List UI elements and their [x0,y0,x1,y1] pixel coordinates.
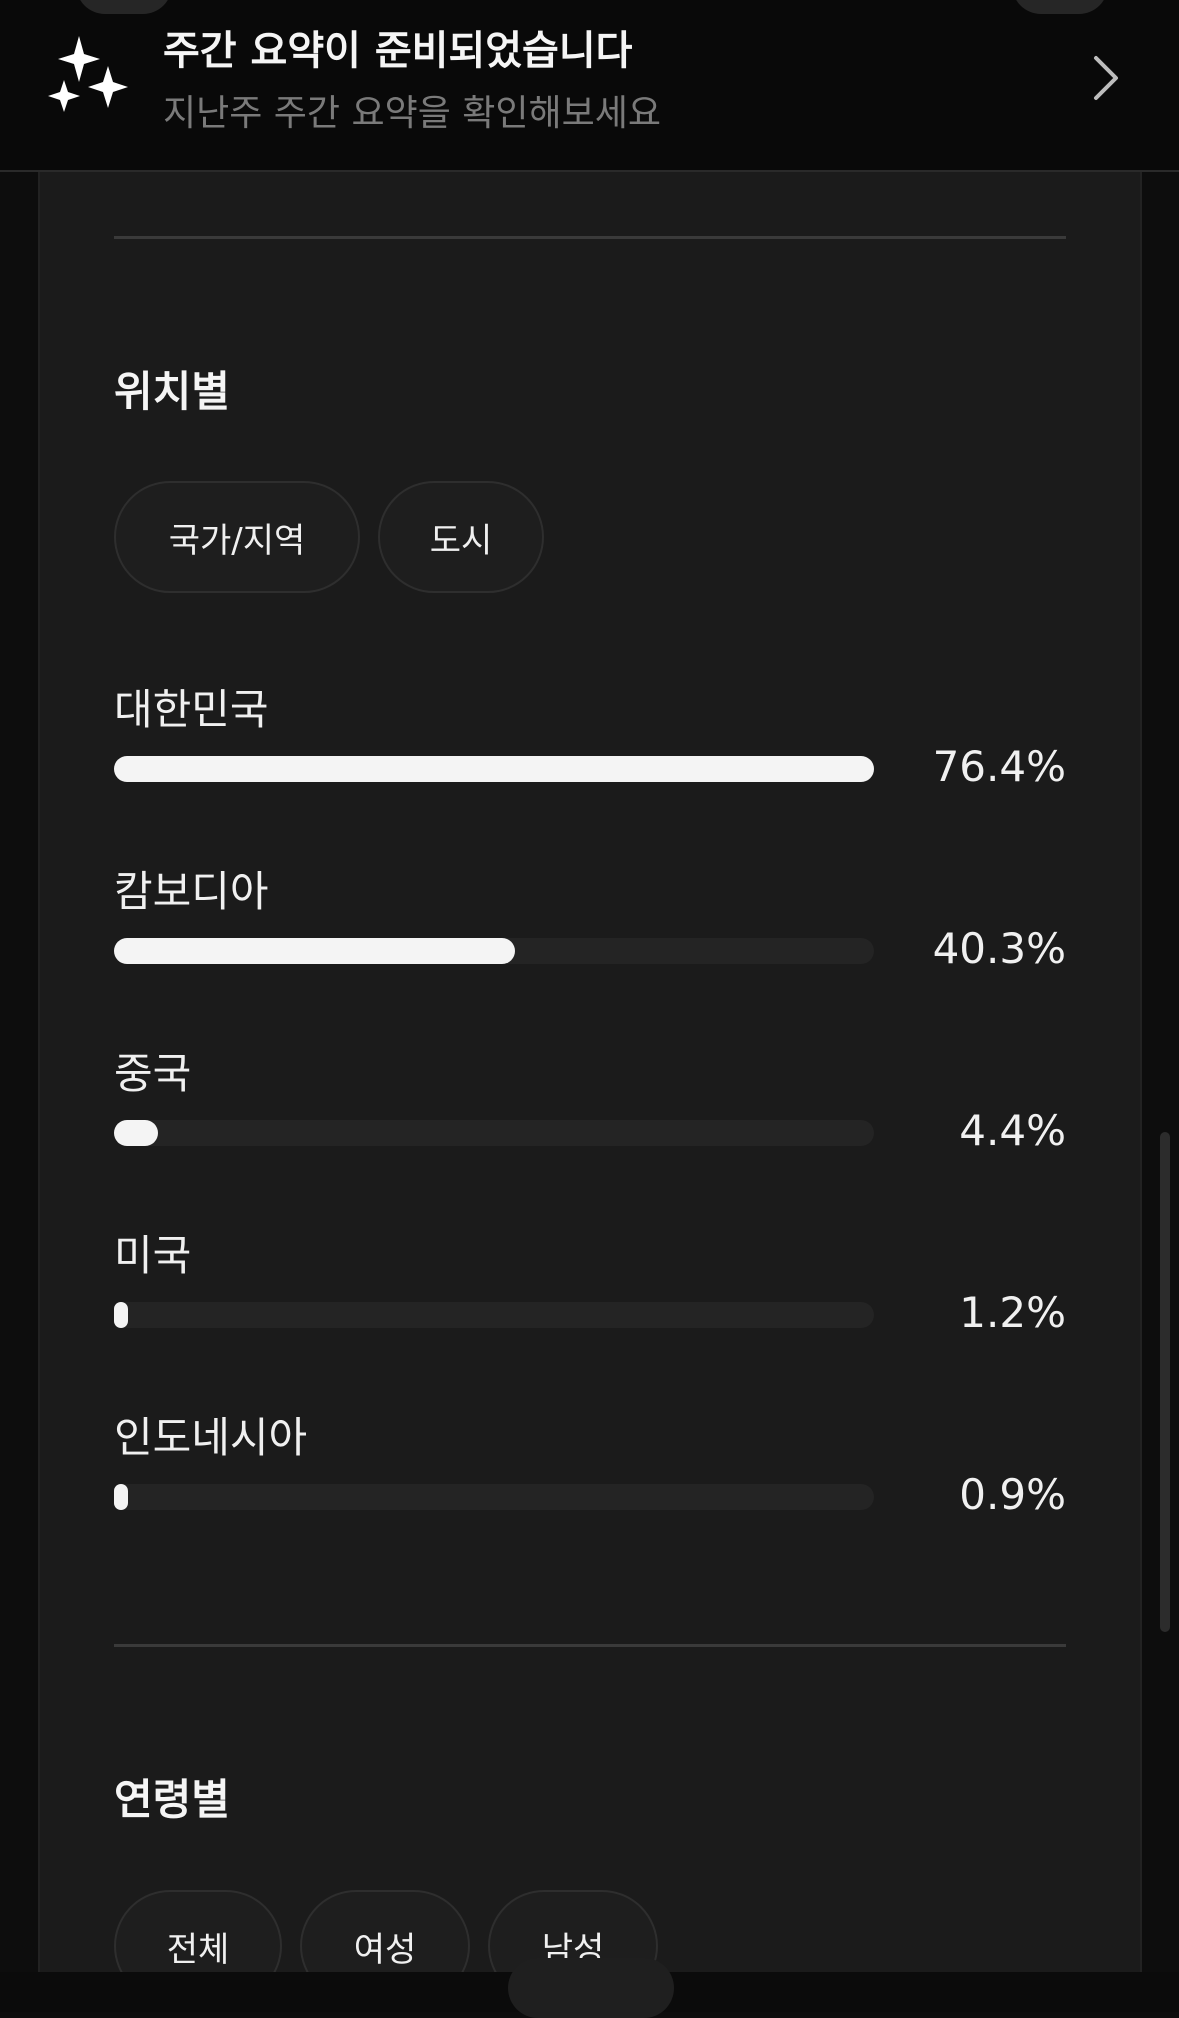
filter-chip-city[interactable]: 도시 [378,481,544,593]
banner-title: 주간 요약이 준비되었습니다 [163,28,633,74]
location-bar-track [114,1302,874,1328]
location-bar-fill [114,938,515,964]
sparkles-icon [48,36,128,112]
location-bar-fill [114,1120,158,1146]
location-bar-fill [114,756,874,782]
location-row-label: 중국 [114,1049,192,1098]
location-row-value: 1.2% [959,1288,1066,1337]
banner-edge-decoration [1012,0,1108,14]
location-bar-fill [114,1302,128,1328]
location-row-value: 40.3% [932,924,1066,973]
location-bar-track [114,1484,874,1510]
location-bar-track [114,1120,874,1146]
insights-card [38,172,1142,1972]
location-row-value: 76.4% [932,742,1066,791]
bottom-tab-pill[interactable] [508,1958,674,2018]
location-row-label: 대한민국 [114,685,269,734]
age-section-title: 연령별 [114,1775,230,1824]
location-row-value: 0.9% [959,1470,1066,1519]
weekly-summary-banner[interactable]: 주간 요약이 준비되었습니다 지난주 주간 요약을 확인해보세요 [0,0,1179,172]
scrollbar[interactable] [1160,1132,1170,1632]
section-divider [114,236,1066,239]
location-bar-track [114,938,874,964]
location-row-label: 캄보디아 [114,867,269,916]
location-bar-fill [114,1484,128,1510]
location-row-value: 4.4% [959,1106,1066,1155]
banner-edge-decoration [76,0,172,14]
location-bar-track [114,756,874,782]
banner-subtitle: 지난주 주간 요약을 확인해보세요 [163,93,662,134]
location-row-label: 인도네시아 [114,1413,308,1462]
location-row-label: 미국 [114,1231,192,1280]
chevron-right-icon[interactable] [1080,50,1130,106]
location-section-title: 위치별 [114,367,230,416]
filter-chip-country-region[interactable]: 국가/지역 [114,481,360,593]
section-divider [114,1644,1066,1647]
